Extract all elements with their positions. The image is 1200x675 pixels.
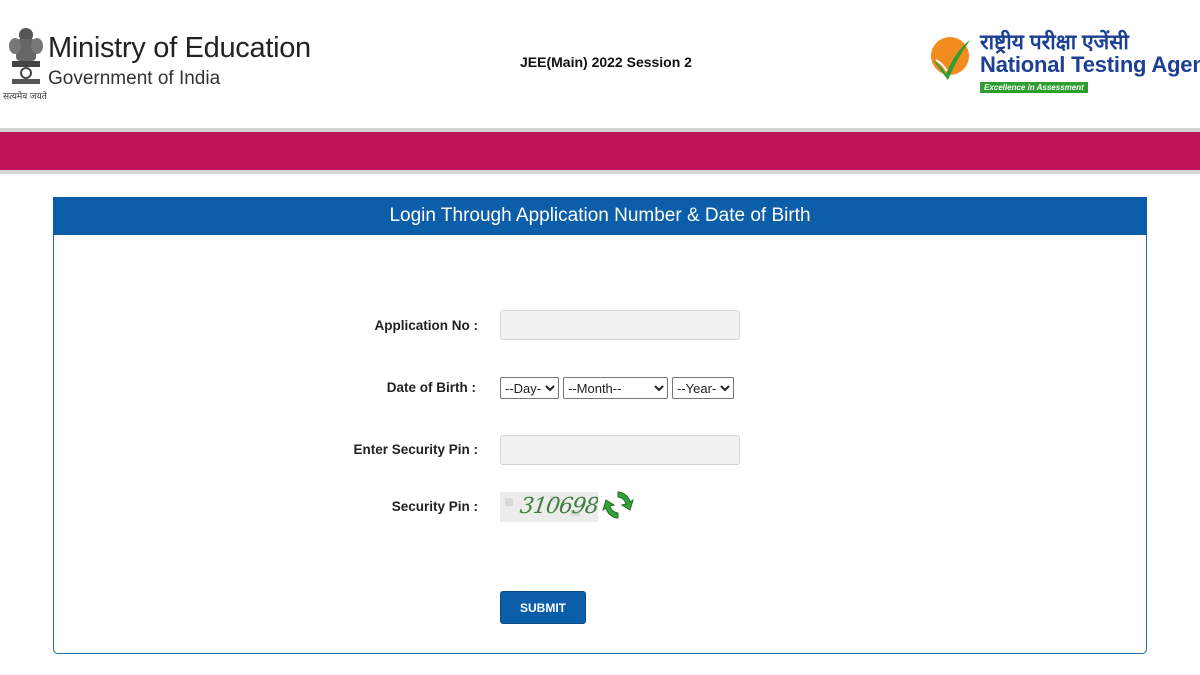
application-number-label: Application No : [374,318,479,333]
exam-title: JEE(Main) 2022 Session 2 [520,54,692,70]
ministry-title: Ministry of Education [48,32,311,64]
login-heading: Login Through Application Number & Date … [53,197,1147,235]
header-band [0,132,1200,170]
agency-name-english: National Testing Agency [980,52,1200,77]
date-of-birth-label: Date of Birth : [386,380,476,395]
security-pin-input[interactable] [500,435,740,465]
dob-day-select[interactable]: --Day-- [500,377,559,399]
agency-tagline: Excellence in Assessment [980,82,1088,93]
submit-button[interactable]: SUBMIT [500,591,586,624]
dob-year-select[interactable]: --Year-- [672,377,734,399]
login-panel: Login Through Application Number & Date … [53,197,1147,654]
nta-checkmark-logo [931,37,970,80]
band-divider-bottom [0,170,1200,174]
captcha-text: 310698 [518,494,598,519]
security-pin-label: Security Pin : [391,499,478,514]
security-pin-input-label: Enter Security Pin : [353,442,478,457]
site-header: सत्यमेव जयते Ministry of Education Gover… [0,0,1200,128]
captcha-image: 310698 [500,492,598,522]
national-emblem-icon [9,28,43,84]
emblem-tagline: सत्यमेव जयते [3,91,47,101]
refresh-icon[interactable] [602,488,634,522]
dob-month-select[interactable]: --Month-- [563,377,668,399]
application-number-input[interactable] [500,310,740,340]
ministry-subtitle: Government of India [48,68,221,89]
